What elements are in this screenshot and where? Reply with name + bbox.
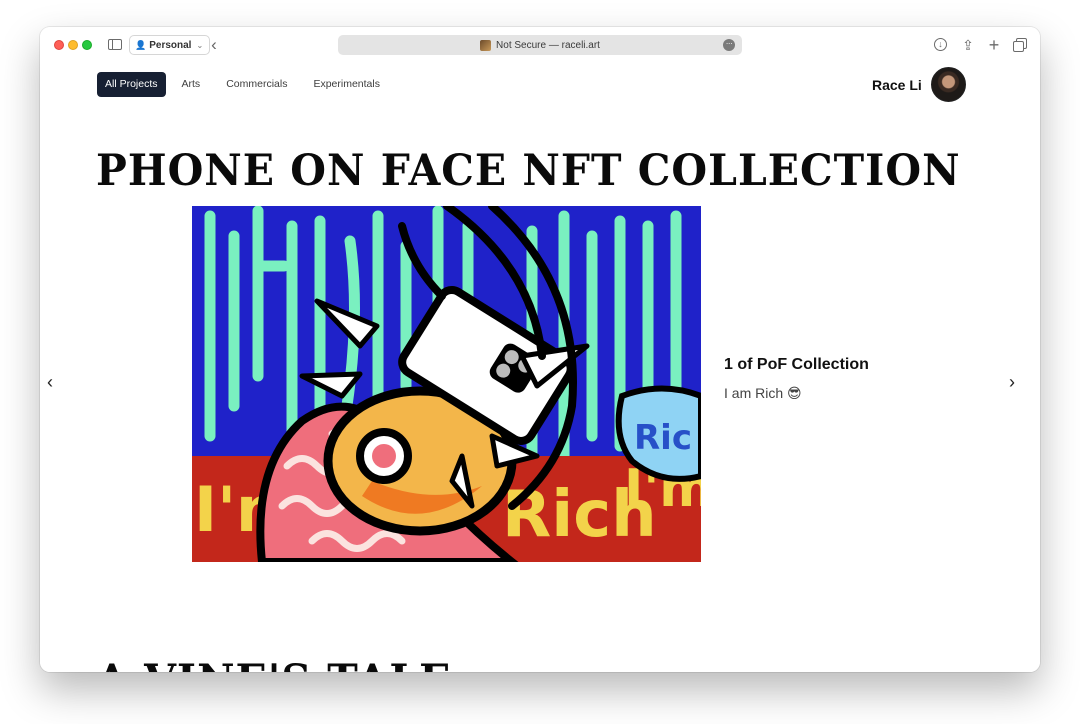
site-favicon-icon: [480, 39, 492, 51]
sidebar-toggle-icon[interactable]: [106, 36, 124, 54]
back-arrow-icon[interactable]: ‹: [205, 36, 223, 54]
project-title: A VINE'S TALE: [96, 655, 451, 672]
nav-item-arts[interactable]: Arts: [172, 72, 211, 97]
svg-text:Ric: Ric: [634, 418, 692, 458]
project-filter-nav: All Projects Arts Commercials Experiment…: [97, 72, 390, 97]
minimize-window-button[interactable]: [68, 40, 78, 50]
browser-window: 👤 Personal ⌄ ‹ Not Secure — raceli.art ·…: [40, 27, 1040, 672]
person-icon: 👤: [135, 39, 147, 50]
profile-label: Personal: [149, 39, 192, 51]
artwork-illustration: I'm Rich I'm Ric: [192, 206, 701, 562]
profile-selector[interactable]: 👤 Personal ⌄: [129, 35, 211, 55]
address-bar[interactable]: Not Secure — raceli.art ···: [338, 35, 742, 55]
chevron-down-icon: ⌄: [196, 40, 204, 50]
nav-item-commercials[interactable]: Commercials: [216, 72, 297, 97]
title-bar: 👤 Personal ⌄ ‹ Not Secure — raceli.art ·…: [40, 27, 1040, 63]
close-window-button[interactable]: [54, 40, 64, 50]
share-icon[interactable]: ⇪: [959, 36, 977, 54]
new-tab-icon[interactable]: +: [985, 36, 1003, 54]
address-text: Not Secure — raceli.art: [496, 39, 600, 51]
zoom-window-button[interactable]: [82, 40, 92, 50]
page-content: All Projects Arts Commercials Experiment…: [40, 63, 1040, 672]
page-menu-icon[interactable]: ···: [723, 39, 735, 51]
project-artwork: I'm Rich I'm Ric: [192, 206, 701, 562]
user-name[interactable]: Race Li: [872, 77, 922, 93]
nav-item-experimentals[interactable]: Experimentals: [303, 72, 390, 97]
tab-overview-icon[interactable]: [1011, 36, 1029, 54]
nav-item-all-projects[interactable]: All Projects: [97, 72, 166, 97]
carousel-prev-icon[interactable]: ‹: [40, 372, 60, 393]
download-icon[interactable]: ↓: [932, 36, 950, 54]
project-title: PHONE ON FACE NFT COLLECTION: [96, 145, 961, 196]
avatar[interactable]: [931, 67, 966, 102]
slide-subtitle: I am Rich 😎: [724, 385, 802, 401]
slide-title: 1 of PoF Collection: [724, 356, 869, 373]
carousel-next-icon[interactable]: ›: [1002, 372, 1022, 393]
